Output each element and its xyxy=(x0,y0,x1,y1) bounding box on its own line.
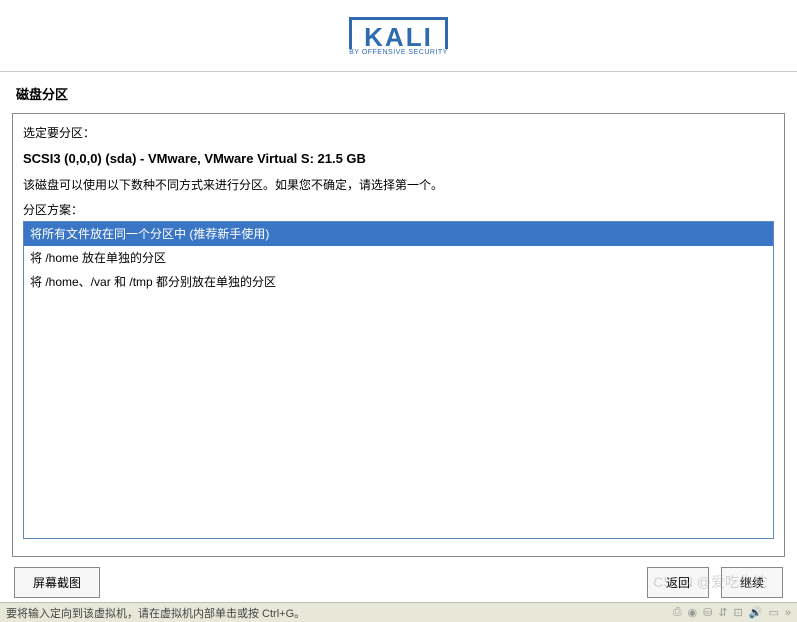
nav-button-group: 返回 继续 xyxy=(647,567,783,598)
page-title: 磁盘分区 xyxy=(0,72,797,113)
screenshot-button[interactable]: 屏幕截图 xyxy=(14,567,100,598)
logo-tagline: BY OFFENSIVE SECURITY xyxy=(345,49,452,56)
status-icons-group: ⎙ ◉ ⛁ ⇵ ⊡ 🔊 ▭ » xyxy=(673,606,791,619)
selected-disk: SCSI3 (0,0,0) (sda) - VMware, VMware Vir… xyxy=(23,151,774,166)
device-icon: ⎙ xyxy=(673,606,682,619)
sound-icon: 🔊 xyxy=(749,606,763,619)
logo-text: KALI xyxy=(364,24,433,50)
partition-option-separate-home[interactable]: 将 /home 放在单独的分区 xyxy=(24,246,773,270)
back-button[interactable]: 返回 xyxy=(647,567,709,598)
status-message: 要将输入定向到该虚拟机，请在虚拟机内部单击或按 Ctrl+G。 xyxy=(6,605,305,621)
disk-icon: ⛁ xyxy=(703,606,712,619)
chevron-icon: » xyxy=(785,607,791,619)
partition-option-all-in-one[interactable]: 将所有文件放在同一个分区中 (推荐新手使用) xyxy=(24,222,773,246)
usb-icon: ⊡ xyxy=(734,606,743,619)
instruction-text: 该磁盘可以使用以下数种不同方式来进行分区。如果您不确定，请选择第一个。 xyxy=(23,176,774,193)
prompt-text: 选定要分区： xyxy=(23,124,774,141)
header-banner: KALI BY OFFENSIVE SECURITY xyxy=(0,0,797,72)
bottom-toolbar: 屏幕截图 返回 继续 xyxy=(0,567,797,598)
display-icon: ▭ xyxy=(768,606,778,619)
scheme-label: 分区方案： xyxy=(23,201,774,218)
content-panel: 选定要分区： SCSI3 (0,0,0) (sda) - VMware, VMw… xyxy=(12,113,785,557)
network-icon: ⇵ xyxy=(718,606,727,619)
vm-status-bar: 要将输入定向到该虚拟机，请在虚拟机内部单击或按 Ctrl+G。 ⎙ ◉ ⛁ ⇵ … xyxy=(0,602,797,622)
cd-icon: ◉ xyxy=(688,606,698,619)
partition-options-list: 将所有文件放在同一个分区中 (推荐新手使用) 将 /home 放在单独的分区 将… xyxy=(23,221,774,539)
continue-button[interactable]: 继续 xyxy=(721,567,783,598)
kali-logo: KALI BY OFFENSIVE SECURITY xyxy=(349,17,448,55)
partition-option-separate-home-var-tmp[interactable]: 将 /home、/var 和 /tmp 都分别放在单独的分区 xyxy=(24,270,773,294)
